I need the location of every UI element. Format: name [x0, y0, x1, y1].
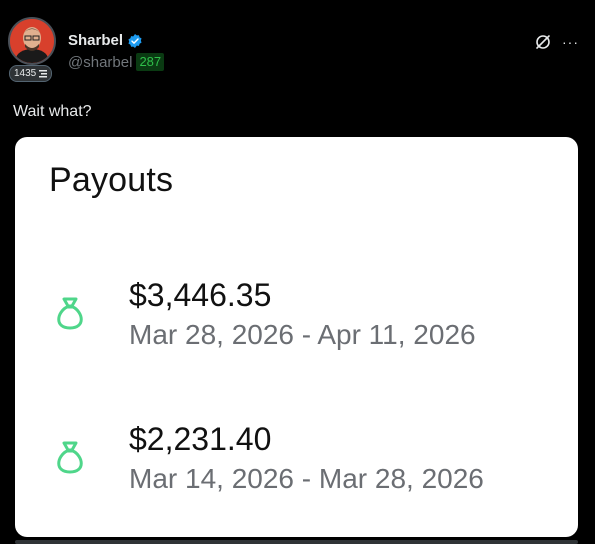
post-text: Wait what? — [13, 103, 92, 120]
avatar-image — [10, 19, 54, 63]
post-header: 1435 Sharbel @sharbel 287 ··· — [0, 0, 595, 90]
follower-count-badge[interactable]: 1435 — [9, 65, 53, 82]
author-name-row: Sharbel — [68, 32, 143, 49]
post-top-actions: ··· — [534, 33, 579, 51]
money-bag-icon — [57, 441, 83, 474]
payout-amount: $2,231.40 — [129, 421, 272, 457]
list-lines-icon — [39, 69, 48, 77]
payout-amount: $3,446.35 — [129, 277, 272, 313]
badge-count-text: 1435 — [14, 68, 37, 79]
payout-item: $3,446.35 Mar 28, 2026 - Apr 11, 2026 — [15, 277, 578, 367]
author-display-name[interactable]: Sharbel — [68, 32, 123, 49]
money-bag-icon — [57, 297, 83, 330]
verified-badge-icon — [128, 33, 142, 48]
payout-date-range: Mar 14, 2026 - Mar 28, 2026 — [129, 463, 484, 494]
more-options-icon[interactable]: ··· — [562, 35, 579, 49]
payouts-title: Payouts — [49, 161, 174, 199]
avatar[interactable] — [8, 17, 56, 65]
payout-item: $2,231.40 Mar 14, 2026 - Mar 28, 2026 — [15, 421, 578, 511]
handle-score-badge: 287 — [136, 53, 165, 71]
grok-icon[interactable] — [534, 33, 552, 51]
card-divider — [15, 540, 578, 544]
author-handle-row: @sharbel 287 — [68, 53, 165, 71]
author-handle[interactable]: @sharbel — [68, 54, 132, 71]
payout-date-range: Mar 28, 2026 - Apr 11, 2026 — [129, 319, 476, 350]
post-media-image[interactable]: Payouts $3,446.35 Mar 28, 2026 - Apr 11,… — [15, 137, 578, 537]
